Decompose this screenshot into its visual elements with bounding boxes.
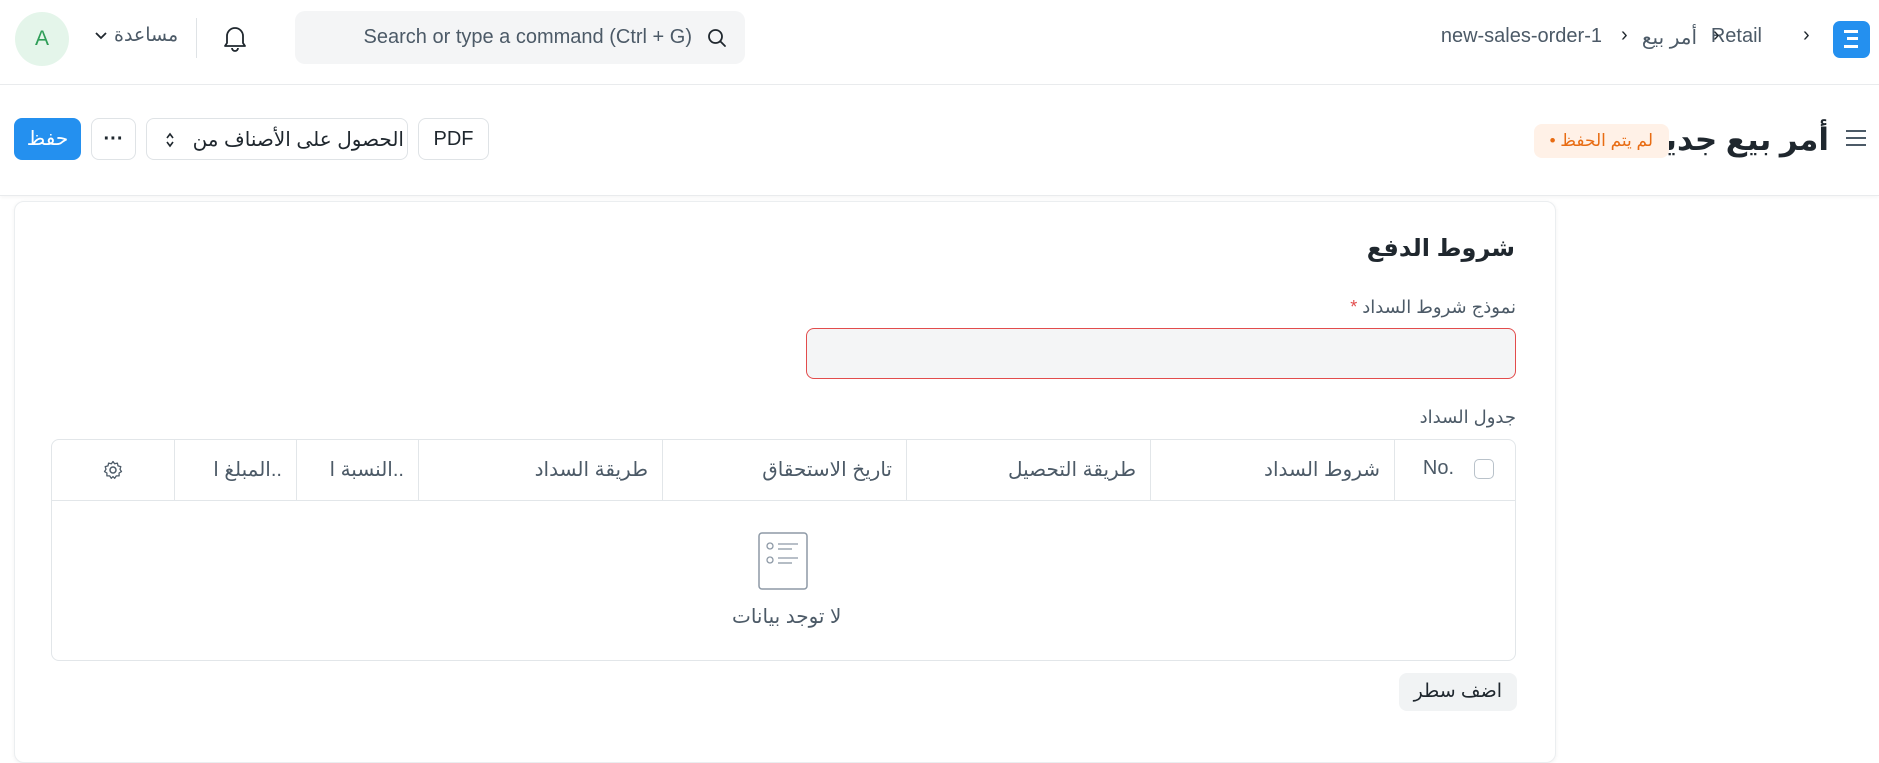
more-actions-button[interactable]: ···: [91, 118, 136, 160]
breadcrumb-separator-icon: ›: [1621, 24, 1628, 46]
select-all-checkbox[interactable]: [1474, 459, 1494, 479]
breadcrumb-separator-icon: ›: [1803, 24, 1810, 46]
status-badge: • لم يتم الحفظ: [1533, 124, 1669, 158]
page-title: أمر بيع جديد: [1647, 122, 1829, 157]
required-indicator: *: [1350, 297, 1358, 317]
chevron-down-icon: [95, 31, 107, 39]
save-button[interactable]: حفظ: [14, 118, 81, 160]
payment-schedule-label: جدول السداد: [1419, 407, 1516, 427]
grid-header-due-date[interactable]: تاريخ الاستحقاق: [662, 440, 906, 500]
help-label: مساعدة: [114, 25, 179, 46]
sidebar-toggle-icon[interactable]: [1845, 128, 1867, 148]
grid-header-amount[interactable]: المبلغ ا..: [174, 440, 296, 500]
select-arrows-icon: [166, 132, 174, 148]
payment-terms-template-label: * نموذج شروط السداد: [1350, 297, 1516, 317]
section-title-payment-terms: شروط الدفع: [1366, 235, 1515, 262]
avatar[interactable]: A: [15, 12, 69, 66]
search-placeholder: Search or type a command (Ctrl + G): [363, 26, 692, 48]
grid-header-row: No. شروط السداد طريقة التحصيل تاريخ الاس…: [52, 440, 1515, 501]
status-badge-label: لم يتم الحفظ: [1560, 131, 1653, 150]
search-bar[interactable]: Search or type a command (Ctrl + G): [295, 11, 745, 64]
grid-settings-cell: [52, 440, 174, 500]
payment-terms-template-input[interactable]: [806, 328, 1516, 379]
search-icon: [708, 29, 726, 47]
grid-header-payment-term[interactable]: شروط السداد: [1150, 440, 1394, 500]
grid-header-mode-of-payment[interactable]: طريقة السداد: [418, 440, 662, 500]
grid-header-mode-of-collection[interactable]: طريقة التحصيل: [906, 440, 1150, 500]
breadcrumb-current-doc: new-sales-order-1: [1440, 25, 1602, 47]
grid-header-no: No.: [1394, 440, 1516, 500]
gear-icon[interactable]: [103, 460, 123, 480]
app-logo-icon[interactable]: [1833, 21, 1870, 58]
breadcrumb-separator-icon: ›: [1713, 24, 1720, 46]
add-row-button[interactable]: اضف سطر: [1398, 673, 1517, 711]
status-dot-icon: •: [1549, 131, 1556, 150]
get-items-label: الحصول على الأصناف من: [192, 128, 404, 151]
empty-list-icon: [758, 532, 808, 590]
payment-schedule-grid: No. شروط السداد طريقة التحصيل تاريخ الاس…: [51, 439, 1516, 661]
grid-header-percentage[interactable]: النسبة ا..: [296, 440, 418, 500]
help-dropdown[interactable]: مساعدة: [94, 24, 178, 54]
navbar-divider: [196, 18, 197, 58]
breadcrumb-sales-order[interactable]: أمر بيع: [1642, 25, 1697, 50]
notification-bell-icon[interactable]: [222, 24, 248, 52]
empty-state-text: لا توجد بيانات: [732, 606, 842, 628]
pdf-button[interactable]: PDF: [418, 118, 489, 160]
get-items-from-button[interactable]: الحصول على الأصناف من: [146, 118, 408, 160]
